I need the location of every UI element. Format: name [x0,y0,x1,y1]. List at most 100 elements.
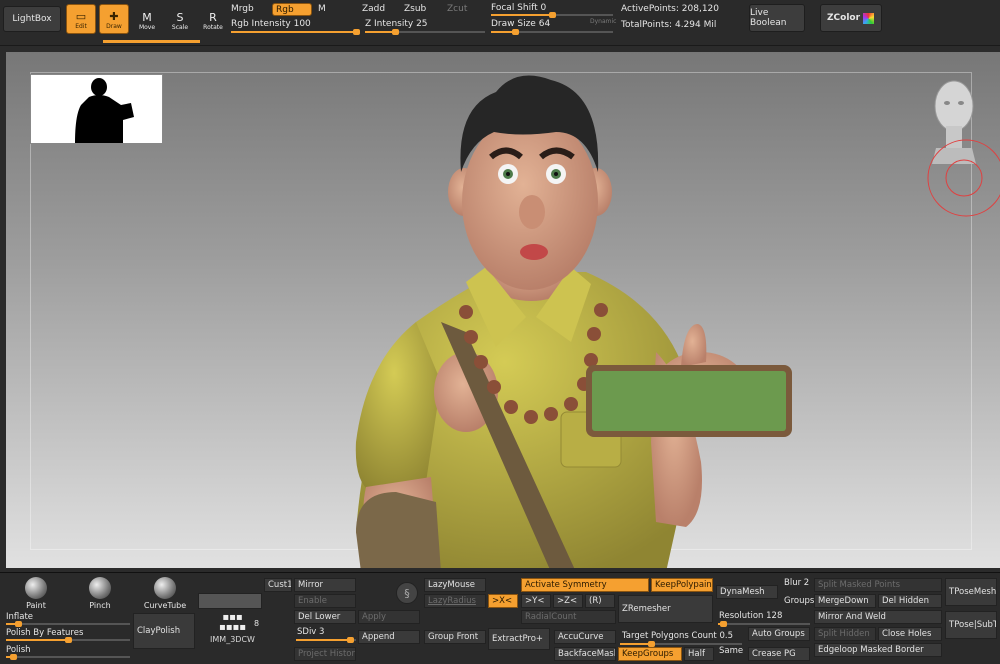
head-navigator-icon [927,80,1000,217]
brush-pinch[interactable]: Pinch [70,577,130,610]
blur-value: 2 [803,578,810,588]
sdiv-label: SDiv [297,627,317,637]
target-polygons-slider[interactable]: Target Polygons Count 0.5 [622,631,733,641]
z-intensity-value: 25 [416,19,428,29]
polish-slider[interactable] [6,654,130,660]
del-hidden-button[interactable]: Del Hidden [878,594,942,608]
del-lower-button[interactable]: Del Lower [294,610,356,624]
symmetry-x-button[interactable]: >X< [488,594,518,608]
keepgroups-button[interactable]: KeepGroups [618,647,682,661]
inflate-slider[interactable] [6,621,130,627]
radialcount-slider[interactable]: RadialCount [521,610,616,624]
dynamic-toggle[interactable]: Dynamic [590,18,616,25]
character-model [355,75,792,568]
resolution-track[interactable] [718,621,810,627]
sdiv-track[interactable] [296,637,356,643]
m-toggle[interactable]: M [318,4,326,14]
same-toggle[interactable]: Same [719,646,743,656]
enable-button[interactable]: Enable [294,594,356,608]
zcolor-label: ZColor [827,13,861,23]
resolution-slider[interactable]: Resolution 128 [719,611,782,621]
symmetry-y-button[interactable]: >Y< [521,594,551,608]
rgb-toggle[interactable]: Rgb [272,3,312,16]
focal-shift-slider[interactable]: Focal Shift 0 [491,3,546,13]
imm-count: 8 [254,619,260,628]
tposemesh-button[interactable]: TPoseMesh [945,578,997,606]
groups-toggle[interactable]: Groups [784,596,814,606]
tool-edit-button[interactable]: ▭ Edit [66,4,96,34]
focal-shift-track[interactable] [491,12,613,18]
brush-paint[interactable]: Paint [6,577,66,610]
mergedown-button[interactable]: MergeDown [814,594,876,608]
silhouette-thumbnail [30,74,163,144]
lazymouse-button[interactable]: LazyMouse [424,578,486,592]
draw-size-slider[interactable]: Draw Size 64 [491,19,550,29]
zcut-toggle[interactable]: Zcut [447,4,467,14]
brush-curvetube[interactable]: CurveTube [135,577,195,610]
symmetry-z-button[interactable]: >Z< [553,594,583,608]
tool-label: Scale [171,24,189,31]
imm-brush-button[interactable]: ▪▪▪ ▪▪▪▪ IMM_3DCW [205,613,260,653]
sdiv-slider[interactable]: SDiv 3 [297,627,324,637]
tpose-subt-button[interactable]: TPose|SubT [945,611,997,639]
auto-groups-button[interactable]: Auto Groups [748,627,810,641]
mrgb-toggle[interactable]: Mrgb [231,4,254,14]
apply-button[interactable]: Apply [358,610,420,624]
z-intensity-label: Z Intensity [365,19,414,29]
draw-mode-indicator [103,40,200,43]
tool-rotate-button[interactable]: R Rotate [198,4,228,34]
draw-icon: ✚ [109,10,119,23]
edit-icon: ▭ [75,10,87,23]
mirror-and-weld-button[interactable]: Mirror And Weld [814,610,942,624]
navigation-head-widget[interactable] [924,74,1000,217]
draw-size-track[interactable] [491,29,613,35]
cust1-button[interactable]: Cust1 [264,578,292,592]
group-front-button[interactable]: Group Front [424,630,486,644]
canvas-viewport[interactable] [6,52,1000,568]
claypolish-button[interactable]: ClayPolish [133,613,195,649]
close-holes-button[interactable]: Close Holes [878,627,942,641]
blur-slider[interactable]: Blur 2 [784,578,809,588]
zadd-toggle[interactable]: Zadd [362,4,385,14]
symmetry-radial-button[interactable]: (R) [585,594,615,608]
rgb-intensity-label: Rgb Intensity [231,19,291,29]
live-boolean-button[interactable]: Live Boolean [749,4,805,32]
rgb-intensity-track[interactable] [231,29,360,35]
polish-by-features-slider[interactable] [6,637,130,643]
tool-draw-button[interactable]: ✚ Draw [99,4,129,34]
append-button[interactable]: Append [358,630,420,644]
tool-move-button[interactable]: M Move [132,4,162,34]
edgeloop-masked-border-button[interactable]: Edgeloop Masked Border [814,643,942,657]
extractpro-button[interactable]: ExtractPro+ [488,628,550,650]
z-intensity-slider[interactable]: Z Intensity 25 [365,19,428,29]
zsub-toggle[interactable]: Zsub [404,4,426,14]
rotate-icon: R [209,11,217,24]
brush-placeholder-slot[interactable] [198,593,262,609]
zcolor-button[interactable]: ZColor [820,4,882,32]
crease-pg-button[interactable]: Crease PG [748,647,810,661]
total-points-value: 4.294 Mil [674,20,717,30]
split-hidden-button[interactable]: Split Hidden [814,627,876,641]
z-intensity-track[interactable] [365,29,485,35]
dynamesh-button[interactable]: DynaMesh [716,585,778,599]
polish-by-features-label: Polish By Features [6,628,84,638]
keeppolypaint-button[interactable]: KeepPolypaint [651,578,713,592]
split-masked-points-button[interactable]: Split Masked Points [814,578,942,592]
target-polygons-track[interactable] [620,641,742,647]
zremesher-button[interactable]: ZRemesher [618,595,713,623]
lazymouse-icon[interactable]: § [396,582,418,604]
project-history-button[interactable]: Project History [294,647,356,661]
backfacemask-button[interactable]: BackfaceMask [554,647,616,661]
lightbox-button[interactable]: LightBox [3,6,61,32]
imm-label: IMM_3DCW [210,635,255,644]
accucurve-button[interactable]: AccuCurve [554,630,616,644]
lazyradius-slider[interactable]: LazyRadius [424,594,486,608]
active-points-label: ActivePoints: [621,4,679,14]
rgb-intensity-slider[interactable]: Rgb Intensity 100 [231,19,311,29]
activate-symmetry-button[interactable]: Activate Symmetry [521,578,649,592]
draw-size-label: Draw Size [491,19,536,29]
mirror-button[interactable]: Mirror [294,578,356,592]
tool-label: Rotate [203,24,223,31]
tool-scale-button[interactable]: S Scale [165,4,195,34]
half-button[interactable]: Half [684,647,714,661]
